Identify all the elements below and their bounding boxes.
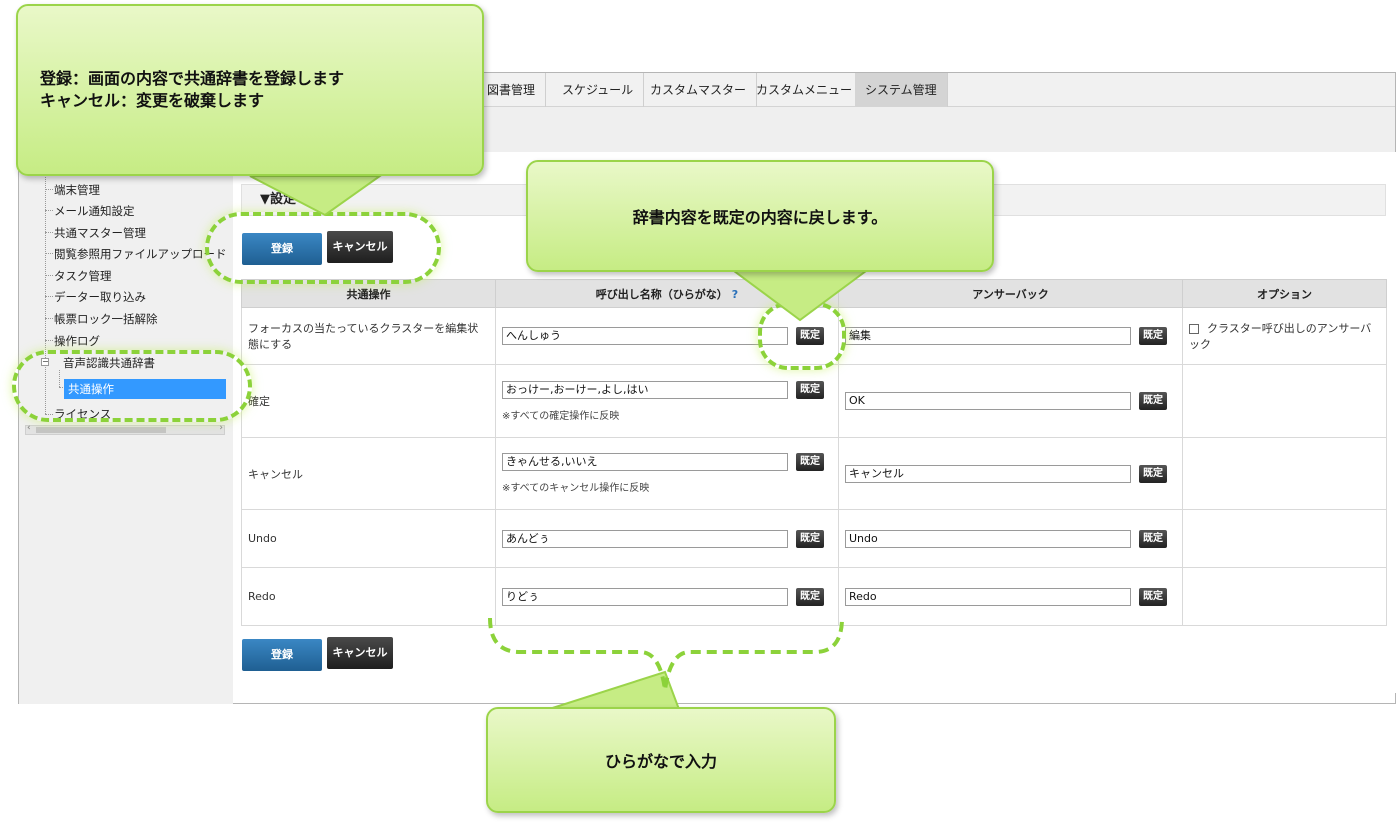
callout-register-cancel: 登録：画面の内容で共通辞書を登録します キャンセル：変更を破棄します [16,4,484,176]
callout-hiragana: ひらがなで入力 [486,707,836,813]
callout-default: 辞書内容を既定の内容に戻します。 [526,160,994,272]
